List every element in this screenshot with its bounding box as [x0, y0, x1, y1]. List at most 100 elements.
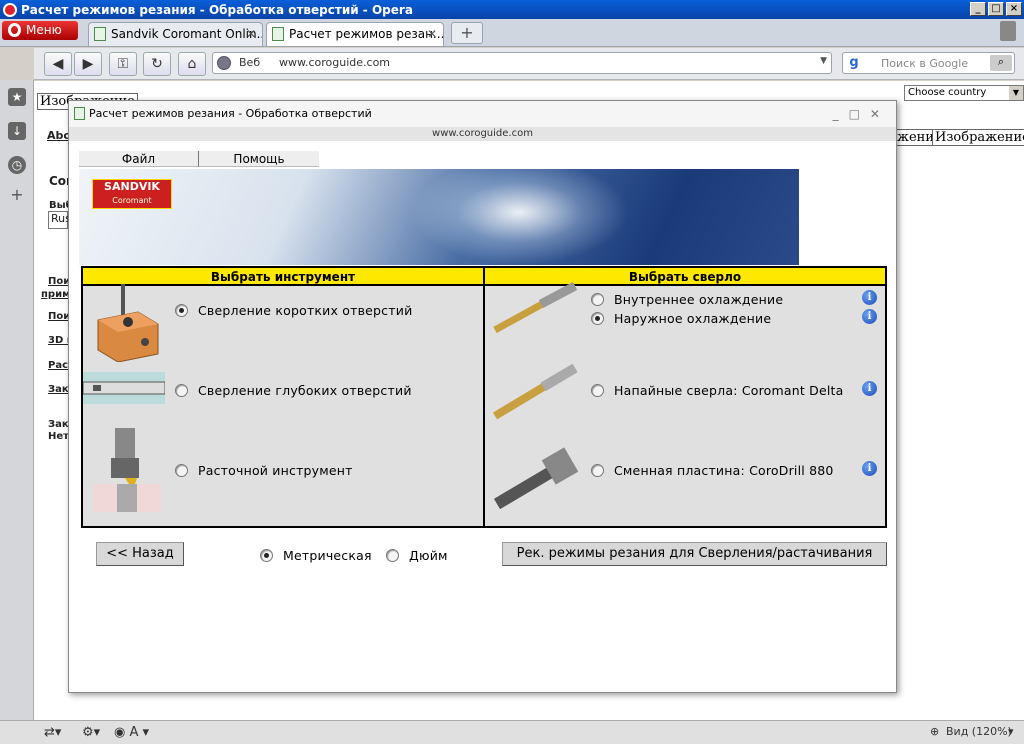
tool-column: Выбрать инструмент Сверление коротких от…: [83, 268, 485, 526]
tab-sandvik[interactable]: Sandvik Coromant Onlin... ✕: [88, 22, 263, 46]
bg-text[interactable]: Пои: [48, 311, 70, 322]
recommend-button[interactable]: Рек. режимы резания для Сверления/растач…: [502, 542, 887, 566]
maximize-button[interactable]: □: [988, 2, 1004, 16]
logo-line2: Coromant: [112, 196, 152, 205]
info-icon[interactable]: i: [862, 290, 877, 305]
block-drill-image: [97, 284, 159, 362]
logo-line1: SANDVIK: [104, 180, 160, 193]
google-icon[interactable]: g: [845, 55, 863, 71]
close-tab-icon[interactable]: ✕: [427, 23, 437, 45]
coolant-spray-image: [409, 169, 629, 265]
window-controls: _ □ ×: [970, 2, 1022, 16]
turbo-icon[interactable]: ◉ A ▾: [114, 725, 149, 740]
boring-tool-image: [93, 428, 161, 512]
tab-bar: Меню Sandvik Coromant Onlin... ✕ Расчет …: [0, 19, 1024, 47]
info-icon[interactable]: i: [862, 381, 877, 396]
menu-help[interactable]: Помощь: [199, 151, 319, 167]
back-button[interactable]: << Назад: [96, 542, 184, 566]
info-icon[interactable]: i: [862, 309, 877, 324]
unit-option-metric[interactable]: Метрическая: [260, 548, 372, 563]
popup-menubar: Файл Помощь: [79, 151, 319, 167]
tool-option-boring[interactable]: Расточной инструмент: [175, 463, 353, 478]
bg-text[interactable]: Rus: [48, 211, 71, 229]
unit-option-inch[interactable]: Дюйм: [386, 548, 448, 563]
drill-label-internal: Внутреннее охлаждение: [614, 292, 784, 307]
drill-radio-880[interactable]: [591, 464, 604, 477]
drill-radio-internal[interactable]: [591, 293, 604, 306]
drill-radio-delta[interactable]: [591, 384, 604, 397]
tab-calculation[interactable]: Расчет режимов резан... ✕: [266, 22, 444, 46]
chevron-down-icon[interactable]: ▾: [1008, 725, 1014, 738]
popup-content: Файл Помощь SANDVIK Coromant Выбрать инс…: [79, 149, 887, 569]
tool-radio-deep[interactable]: [175, 384, 188, 397]
country-select-value: Choose country: [908, 87, 987, 98]
wand-icon[interactable]: ⚿: [109, 52, 137, 76]
bg-text[interactable]: Abc: [47, 129, 70, 142]
info-icon[interactable]: i: [862, 461, 877, 476]
drill-option-external[interactable]: Наружное охлаждение: [591, 311, 771, 326]
downloads-icon[interactable]: ↓: [8, 122, 26, 140]
tool-option-deep[interactable]: Сверление глубоких отверстий: [175, 383, 412, 398]
window-title: Расчет режимов резания - Обработка отвер…: [21, 2, 413, 17]
navigation-toolbar: ◀ ▶ ⚿ ↻ ⌂ Веб www.coroguide.com ▼ g Поис…: [34, 48, 1024, 80]
popup-titlebar: Расчет режимов резания - Обработка отвер…: [69, 101, 896, 127]
tool-label-deep: Сверление глубоких отверстий: [198, 383, 412, 398]
status-bar: ⇄▾ ⚙▾ ◉ A ▾ ⊕ Вид (120%) ▾: [0, 720, 1024, 744]
network-icon[interactable]: ⚙▾: [82, 725, 100, 740]
country-select[interactable]: Choose country ▼: [904, 85, 1024, 101]
zoom-label[interactable]: Вид (120%): [946, 725, 1012, 738]
solid-drill-image: [493, 282, 578, 334]
menu-label: Меню: [26, 23, 62, 37]
bookmarks-icon[interactable]: ★: [8, 88, 26, 106]
search-icon[interactable]: ⌕: [990, 55, 1012, 71]
tool-radio-boring[interactable]: [175, 464, 188, 477]
history-icon[interactable]: ◷: [8, 156, 26, 174]
popup-title: Расчет режимов резания - Обработка отвер…: [89, 107, 372, 120]
popup-window-controls[interactable]: _□✕: [833, 101, 890, 127]
tool-option-short[interactable]: Сверление коротких отверстий: [175, 303, 412, 318]
drill-option-internal[interactable]: Внутреннее охлаждение: [591, 292, 783, 307]
add-panel-icon[interactable]: +: [8, 186, 26, 204]
bg-right-tab-2[interactable]: Изображение: [932, 129, 1024, 146]
chevron-down-icon[interactable]: ▼: [820, 56, 827, 66]
bg-text[interactable]: Пои: [48, 276, 70, 287]
search-field[interactable]: g Поиск в Google ⌕: [842, 52, 1015, 74]
forward-icon[interactable]: ▶: [74, 52, 102, 76]
tab-label: Sandvik Coromant Onlin...: [111, 27, 263, 41]
address-url[interactable]: www.coroguide.com: [279, 56, 390, 69]
drill-option-delta[interactable]: Напайные сверла: Coromant Delta: [591, 383, 844, 398]
address-bar[interactable]: Веб www.coroguide.com ▼: [212, 52, 832, 74]
deep-hole-drill-image: [83, 372, 165, 404]
menu-file[interactable]: Файл: [79, 151, 199, 167]
drill-radio-external[interactable]: [591, 312, 604, 325]
home-icon[interactable]: ⌂: [178, 52, 206, 76]
new-tab-button[interactable]: +: [451, 22, 483, 44]
unit-radio-inch[interactable]: [386, 549, 399, 562]
drill-option-880[interactable]: Сменная пластина: CoroDrill 880: [591, 463, 834, 478]
sandvik-logo: SANDVIK Coromant: [92, 179, 172, 209]
corodrill-880-image: [493, 447, 579, 510]
popup-url: www.coroguide.com: [69, 127, 896, 141]
search-placeholder: Поиск в Google: [881, 57, 969, 70]
tool-radio-short[interactable]: [175, 304, 188, 317]
tool-label-boring: Расточной инструмент: [198, 463, 353, 478]
minimize-button[interactable]: _: [970, 2, 986, 16]
zoom-icon[interactable]: ⊕: [930, 725, 939, 738]
drill-label-external: Наружное охлаждение: [614, 311, 772, 326]
close-button[interactable]: ×: [1006, 2, 1022, 16]
page-icon: [272, 27, 284, 41]
bg-text[interactable]: Зак: [48, 384, 69, 395]
reload-icon[interactable]: ↻: [143, 52, 171, 76]
bg-text[interactable]: прим: [41, 289, 70, 300]
tool-label-short: Сверление коротких отверстий: [198, 303, 413, 318]
drill-column: Выбрать сверло Внутреннее охлаждение i Н…: [485, 268, 885, 526]
back-icon[interactable]: ◀: [44, 52, 72, 76]
trash-icon[interactable]: [1000, 21, 1016, 41]
close-tab-icon[interactable]: ✕: [246, 23, 256, 45]
selection-grid: Выбрать инструмент Сверление коротких от…: [81, 266, 887, 528]
bg-text[interactable]: Рас: [48, 360, 68, 371]
tab-label: Расчет режимов резан...: [289, 27, 444, 41]
opera-menu-button[interactable]: Меню: [2, 21, 78, 40]
unit-radio-metric[interactable]: [260, 549, 273, 562]
sync-icon[interactable]: ⇄▾: [44, 725, 61, 740]
